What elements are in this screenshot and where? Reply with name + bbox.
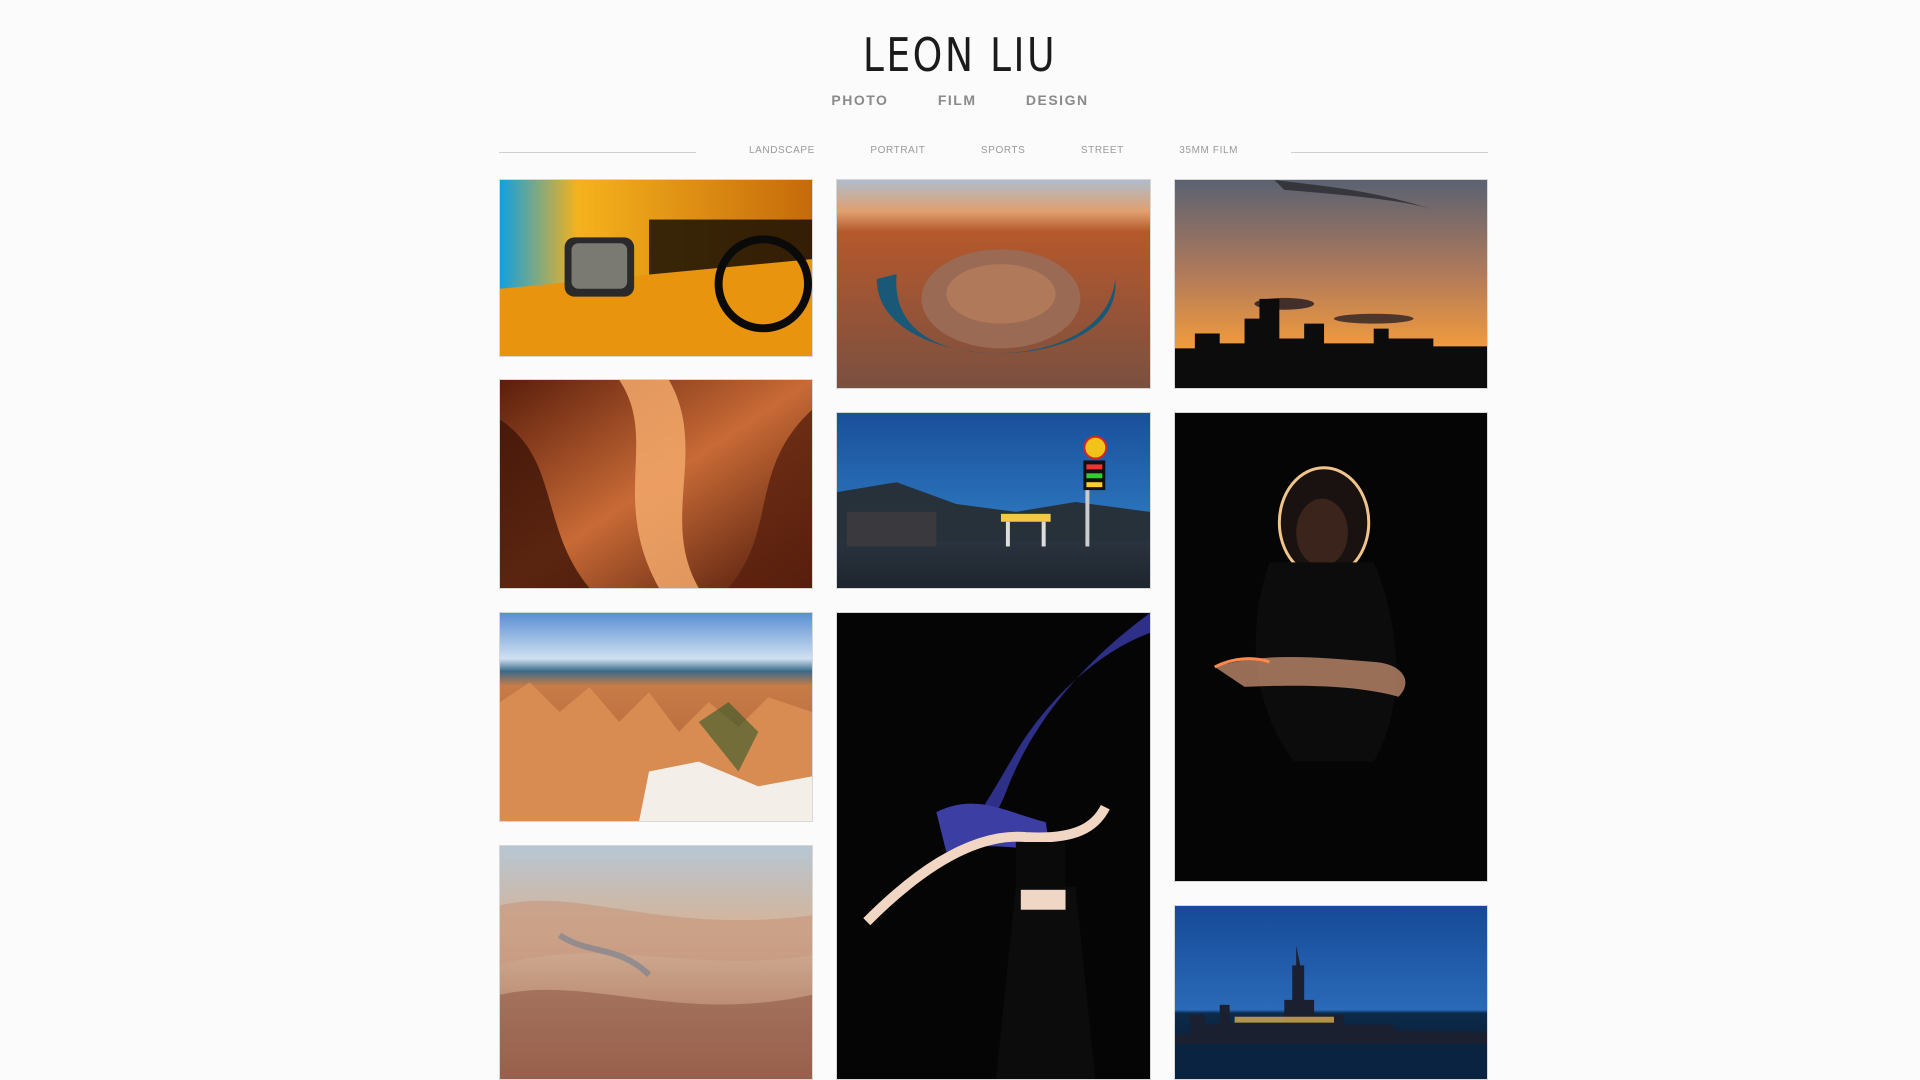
nav-design[interactable]: DESIGN bbox=[1026, 92, 1089, 108]
category-landscape[interactable]: LANDSCAPE bbox=[749, 145, 815, 156]
divider-right bbox=[1291, 152, 1488, 153]
photo-backlit-portrait[interactable] bbox=[1174, 412, 1488, 882]
divider-left bbox=[499, 152, 696, 153]
photo-dancer-fabric[interactable] bbox=[836, 612, 1151, 1080]
photo-skyline-night[interactable] bbox=[1174, 905, 1488, 1080]
category-street[interactable]: STREET bbox=[1081, 145, 1124, 156]
category-list: LANDSCAPE PORTRAIT SPORTS STREET 35MM FI… bbox=[696, 145, 1291, 156]
category-sports[interactable]: SPORTS bbox=[981, 145, 1026, 156]
photo-horseshoe-bend[interactable] bbox=[836, 179, 1151, 389]
photo-taxi-mirror[interactable] bbox=[499, 179, 813, 357]
category-portrait[interactable]: PORTRAIT bbox=[870, 145, 925, 156]
nav-film[interactable]: FILM bbox=[938, 92, 977, 108]
category-nav: LANDSCAPE PORTRAIT SPORTS STREET 35MM FI… bbox=[499, 145, 1488, 161]
photo-bryce-canyon[interactable] bbox=[499, 612, 813, 822]
photo-gas-station[interactable] bbox=[836, 412, 1151, 589]
photo-skyline-sunset[interactable] bbox=[1174, 179, 1488, 389]
portfolio-page: LEON LIU PHOTO FILM DESIGN LANDSCAPE POR… bbox=[0, 0, 1920, 1080]
photo-grand-canyon[interactable] bbox=[499, 845, 813, 1080]
site-title[interactable]: LEON LIU bbox=[173, 28, 1747, 82]
category-35mm-film[interactable]: 35MM FILM bbox=[1179, 145, 1238, 156]
photo-slot-canyon[interactable] bbox=[499, 379, 813, 589]
nav-photo[interactable]: PHOTO bbox=[831, 92, 888, 108]
main-nav: PHOTO FILM DESIGN bbox=[0, 92, 1920, 108]
